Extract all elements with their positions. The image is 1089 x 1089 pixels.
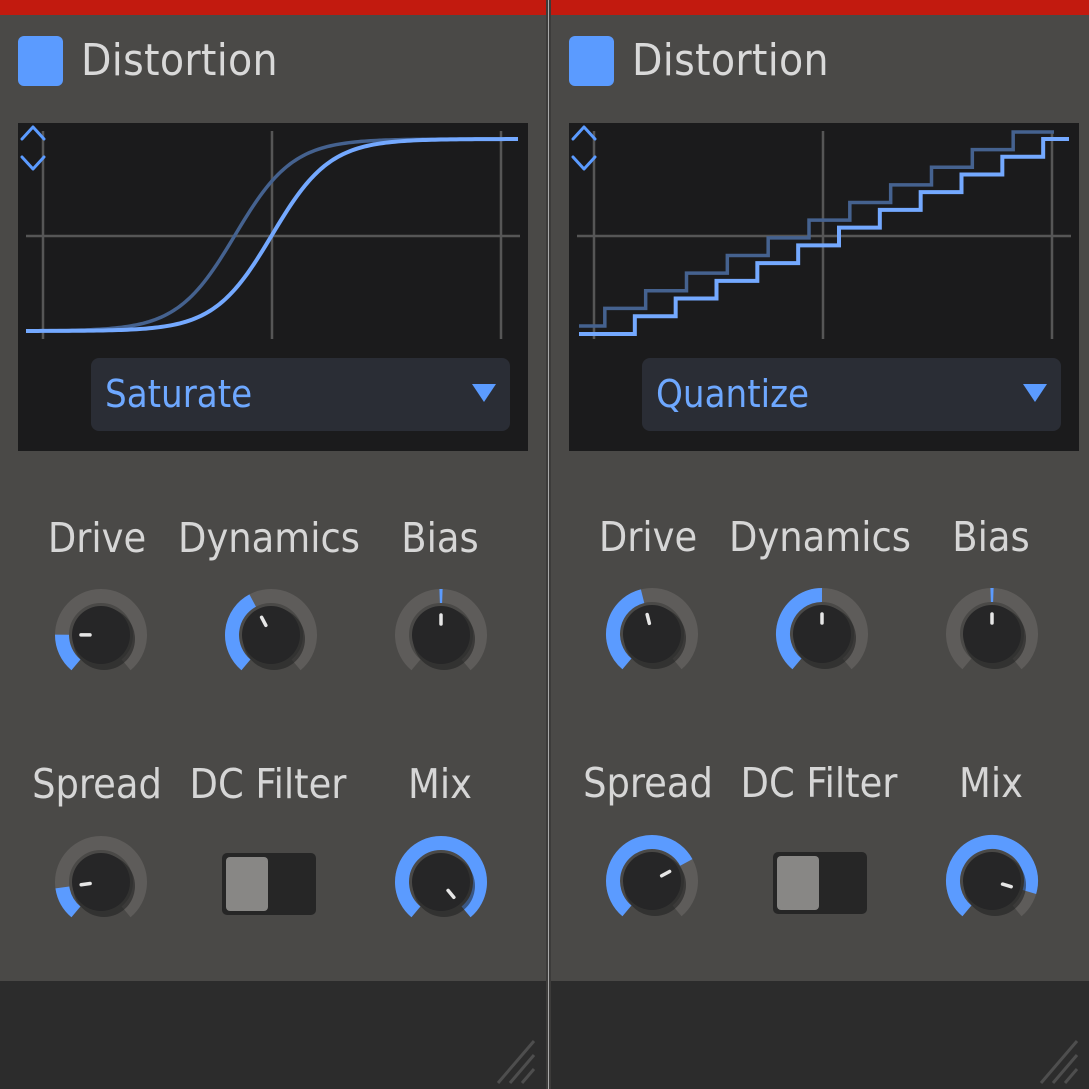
mode-dropdown-value: Quantize [656,372,810,416]
toggle-thumb [777,856,819,910]
mode-dropdown[interactable]: Quantize [642,358,1061,431]
dc-filter-label: DC Filter [189,760,347,808]
knob-body [72,853,130,911]
device-enable-toggle[interactable] [569,36,614,86]
dynamics-knob[interactable] [222,586,320,684]
mode-stepper-icon[interactable] [569,123,599,173]
bias-label: Bias [952,513,1030,561]
knob-body [623,605,681,663]
resize-grip-icon[interactable] [1039,1035,1079,1085]
drive-label: Drive [47,514,147,562]
caret-down-icon [1023,384,1047,402]
dc-filter-label: DC Filter [740,759,898,807]
spread-knob[interactable] [603,832,701,930]
knob-pointer [1000,882,1013,889]
mode-stepper-icon[interactable] [18,123,48,173]
knob-pointer [645,612,652,626]
dc-filter-toggle[interactable] [222,853,316,915]
knob-body [963,852,1021,910]
drive-knob[interactable] [52,586,150,684]
bias-label: Bias [401,514,479,562]
header-bar [551,0,1089,15]
dynamics-label: Dynamics [729,513,911,561]
header-bar [0,0,546,15]
mix-knob[interactable] [943,832,1041,930]
mix-label: Mix [408,760,472,808]
spread-knob[interactable] [52,833,150,931]
mix-label: Mix [959,759,1023,807]
knob-body [412,853,470,911]
device-title: Distortion [632,35,829,86]
toggle-thumb [226,857,268,911]
device-footer [0,981,546,1089]
distortion-panel-left: Distortion Saturate Drive Dynamics Bias [0,0,546,1089]
device-enable-toggle[interactable] [18,36,63,86]
curve-secondary [579,130,1054,328]
bias-knob[interactable] [943,585,1041,683]
dynamics-label: Dynamics [178,514,360,562]
bias-knob[interactable] [392,586,490,684]
device-title: Distortion [81,35,278,86]
spread-label: Spread [32,760,162,808]
dynamics-knob[interactable] [773,585,871,683]
caret-down-icon [472,384,496,402]
dc-filter-toggle[interactable] [773,852,867,914]
mode-dropdown[interactable]: Saturate [91,358,510,431]
knob-body [623,852,681,910]
mix-knob[interactable] [392,833,490,931]
drive-label: Drive [598,513,698,561]
curve-display: Quantize [569,123,1079,451]
drive-knob[interactable] [603,585,701,683]
resize-grip-icon[interactable] [496,1035,536,1085]
knob-pointer [79,881,92,887]
mode-dropdown-value: Saturate [105,372,253,416]
curve-display: Saturate [18,123,528,451]
distortion-panel-right: Distortion Quantize Drive Dynamics Bias [551,0,1089,1089]
spread-label: Spread [583,759,713,807]
knob-body [242,606,300,664]
device-footer [551,981,1089,1089]
